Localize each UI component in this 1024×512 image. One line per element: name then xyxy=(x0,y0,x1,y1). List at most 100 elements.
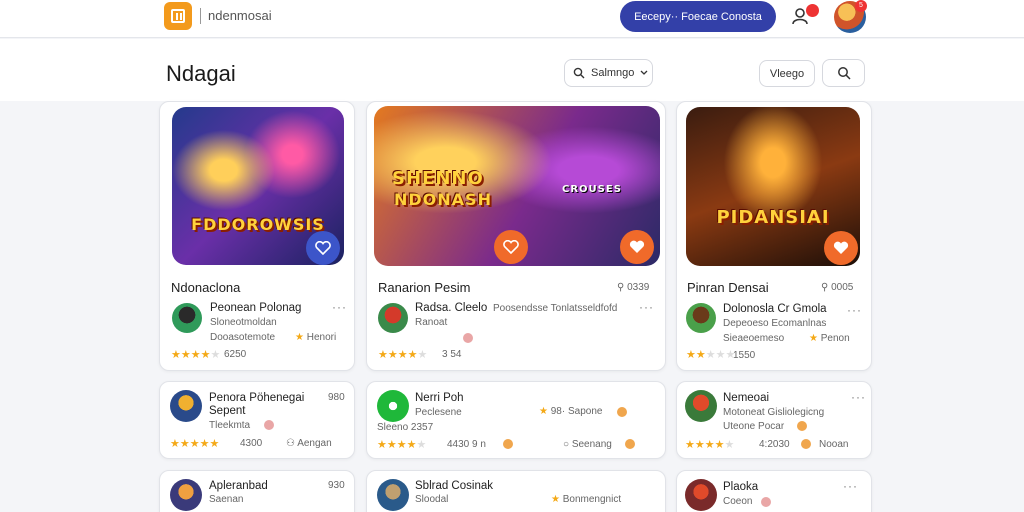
coin-icon xyxy=(797,421,807,431)
featured-card[interactable]: FDDOROWSIS Ndonaclona Peonean Polonag ··… xyxy=(159,101,355,371)
card-title: Ndonaclona xyxy=(171,280,241,295)
search-icon xyxy=(573,67,585,79)
card-meta: ⚲ 0005 xyxy=(821,282,854,293)
more-icon[interactable]: ··· xyxy=(843,479,858,493)
item-tag: ○ Seenang xyxy=(563,439,612,450)
heart-icon xyxy=(503,240,519,254)
coin-icon xyxy=(617,407,627,417)
chevron-down-icon xyxy=(640,70,648,75)
heart-icon xyxy=(315,241,331,255)
item-detail: Tleekmta xyxy=(209,420,251,431)
detail: Ranoat xyxy=(415,317,448,328)
search-button[interactable] xyxy=(822,59,865,87)
more-icon[interactable]: ··· xyxy=(851,390,866,404)
heart-icon xyxy=(833,241,849,254)
item-subtitle: Coeon xyxy=(723,496,753,507)
star-icon: ★ xyxy=(551,494,563,505)
user-name: Dolonosla Cr Gmola xyxy=(723,303,827,315)
favorite-button[interactable] xyxy=(824,231,858,265)
primary-action-button[interactable]: Eecepy·· Foecae Conosta xyxy=(620,1,776,32)
item-tag: ⚇ Aengan xyxy=(286,438,332,449)
item-name: Nemeoai xyxy=(723,392,770,404)
list-item[interactable]: Nemeoai Motoneat Gisliolegicng Uteone Po… xyxy=(676,381,872,459)
top-bar: ndenmosai Eecepy·· Foecae Conosta 5 xyxy=(0,0,1024,38)
user-icon: ⚇ xyxy=(286,438,298,449)
item-meta: 980 xyxy=(328,392,345,403)
view-button[interactable]: Vleego xyxy=(759,60,815,87)
rating-stars: ★★★★★ xyxy=(685,439,735,451)
coin-icon xyxy=(801,439,811,449)
item-name: Apleranbad xyxy=(209,480,268,492)
star-icon: ★ xyxy=(809,333,821,344)
avatar xyxy=(377,390,409,422)
search-icon xyxy=(837,67,851,80)
sort-select[interactable]: Salmngo xyxy=(564,59,653,87)
list-item[interactable]: Penora Pöhenegai 980 Sepent Tleekmta ★★★… xyxy=(159,381,355,459)
featured-card[interactable]: SHENNO NDONASH CROUSES Ranarion Pesim ⚲ … xyxy=(366,101,666,371)
avatar xyxy=(170,479,202,511)
rating-count: 4:2030 xyxy=(759,439,790,450)
more-icon[interactable]: ··· xyxy=(639,300,654,314)
item-subtitle: Saenan xyxy=(209,494,244,505)
featured-card[interactable]: PIDANSIAI Pinran Densai ⚲ 0005 Dolonosla… xyxy=(676,101,872,371)
rating-stars: ★★★★★ xyxy=(686,349,736,361)
card-meta: ⚲ 0339 xyxy=(617,282,650,293)
app-logo[interactable] xyxy=(164,2,192,30)
sort-label: Salmngo xyxy=(591,67,635,79)
avatar xyxy=(686,303,716,333)
more-icon[interactable]: ··· xyxy=(332,300,347,314)
avatar xyxy=(685,479,717,511)
rating-count: 4430 9 n xyxy=(447,439,486,450)
heart-icon xyxy=(629,240,645,253)
list-item[interactable]: Apleranbad 930 Saenan xyxy=(159,470,355,512)
rating-stars: ★★★★★ xyxy=(377,439,427,451)
search-icon: ⚲ xyxy=(821,282,832,293)
notification-badge xyxy=(806,4,819,17)
item-subtitle: Motoneat Gisliolegicng xyxy=(723,407,825,418)
favorite-button[interactable] xyxy=(620,230,654,264)
list-item[interactable]: Nerri Poh Peclesene Sleeno 2357 ★ 98· Sa… xyxy=(366,381,666,459)
item-meta: 930 xyxy=(328,480,345,491)
favorite-button[interactable] xyxy=(306,231,340,265)
cover-title: PIDANSIAI xyxy=(716,207,830,228)
star-icon: ★ xyxy=(539,406,551,417)
subtitle: Sloneotmoldan xyxy=(210,317,277,328)
item-subtitle: Sepent xyxy=(209,405,246,417)
item-name: Nerri Poh xyxy=(415,392,464,404)
search-icon: ⚲ xyxy=(617,282,628,293)
star-icon: ★ xyxy=(295,332,307,343)
avatar xyxy=(377,479,409,511)
avatar xyxy=(170,390,202,422)
coin-icon xyxy=(463,333,473,343)
circle-icon: ○ xyxy=(563,439,572,450)
list-item[interactable]: Sblrad Cosinak Sloodal ★ Bonmengnict xyxy=(366,470,666,512)
share-button[interactable] xyxy=(494,230,528,264)
card-title: Ranarion Pesim xyxy=(378,280,471,295)
rating-stars: ★★★★★ xyxy=(378,349,428,361)
coin-icon xyxy=(264,420,274,430)
app-name: ndenmosai xyxy=(208,8,272,23)
item-name: Sblrad Cosinak xyxy=(415,480,493,492)
avatar xyxy=(378,303,408,333)
user-name: Peonean Polonag xyxy=(210,302,302,314)
list-item[interactable]: Plaoka Coeon ··· xyxy=(676,470,872,512)
item-meta: ★ Bonmengnict xyxy=(551,494,622,505)
rating-count: 4300 xyxy=(240,438,263,449)
item-detail: Sleeno 2357 xyxy=(377,422,434,433)
user-name: Radsa. Cleelo xyxy=(415,302,488,314)
rating-count: 1550 xyxy=(733,350,756,361)
avatar-badge: 5 xyxy=(855,0,867,12)
item-subtitle: Sloodal xyxy=(415,494,449,505)
page-title: Ndagai xyxy=(166,61,236,86)
coin-icon xyxy=(503,439,513,449)
item-tag: Nooan xyxy=(819,439,849,450)
item-subtitle: Peclesene xyxy=(415,407,462,418)
page-header: Ndagai Salmngo Vleego xyxy=(0,39,1024,101)
item-meta: ★ 98· Sapone xyxy=(539,406,603,417)
avatar xyxy=(685,390,717,422)
coin-icon xyxy=(625,439,635,449)
more-icon[interactable]: ··· xyxy=(847,303,862,317)
tag: ★ Penon xyxy=(809,333,850,344)
rating-count: 6250 xyxy=(224,349,247,360)
item-name: Plaoka xyxy=(723,481,759,493)
